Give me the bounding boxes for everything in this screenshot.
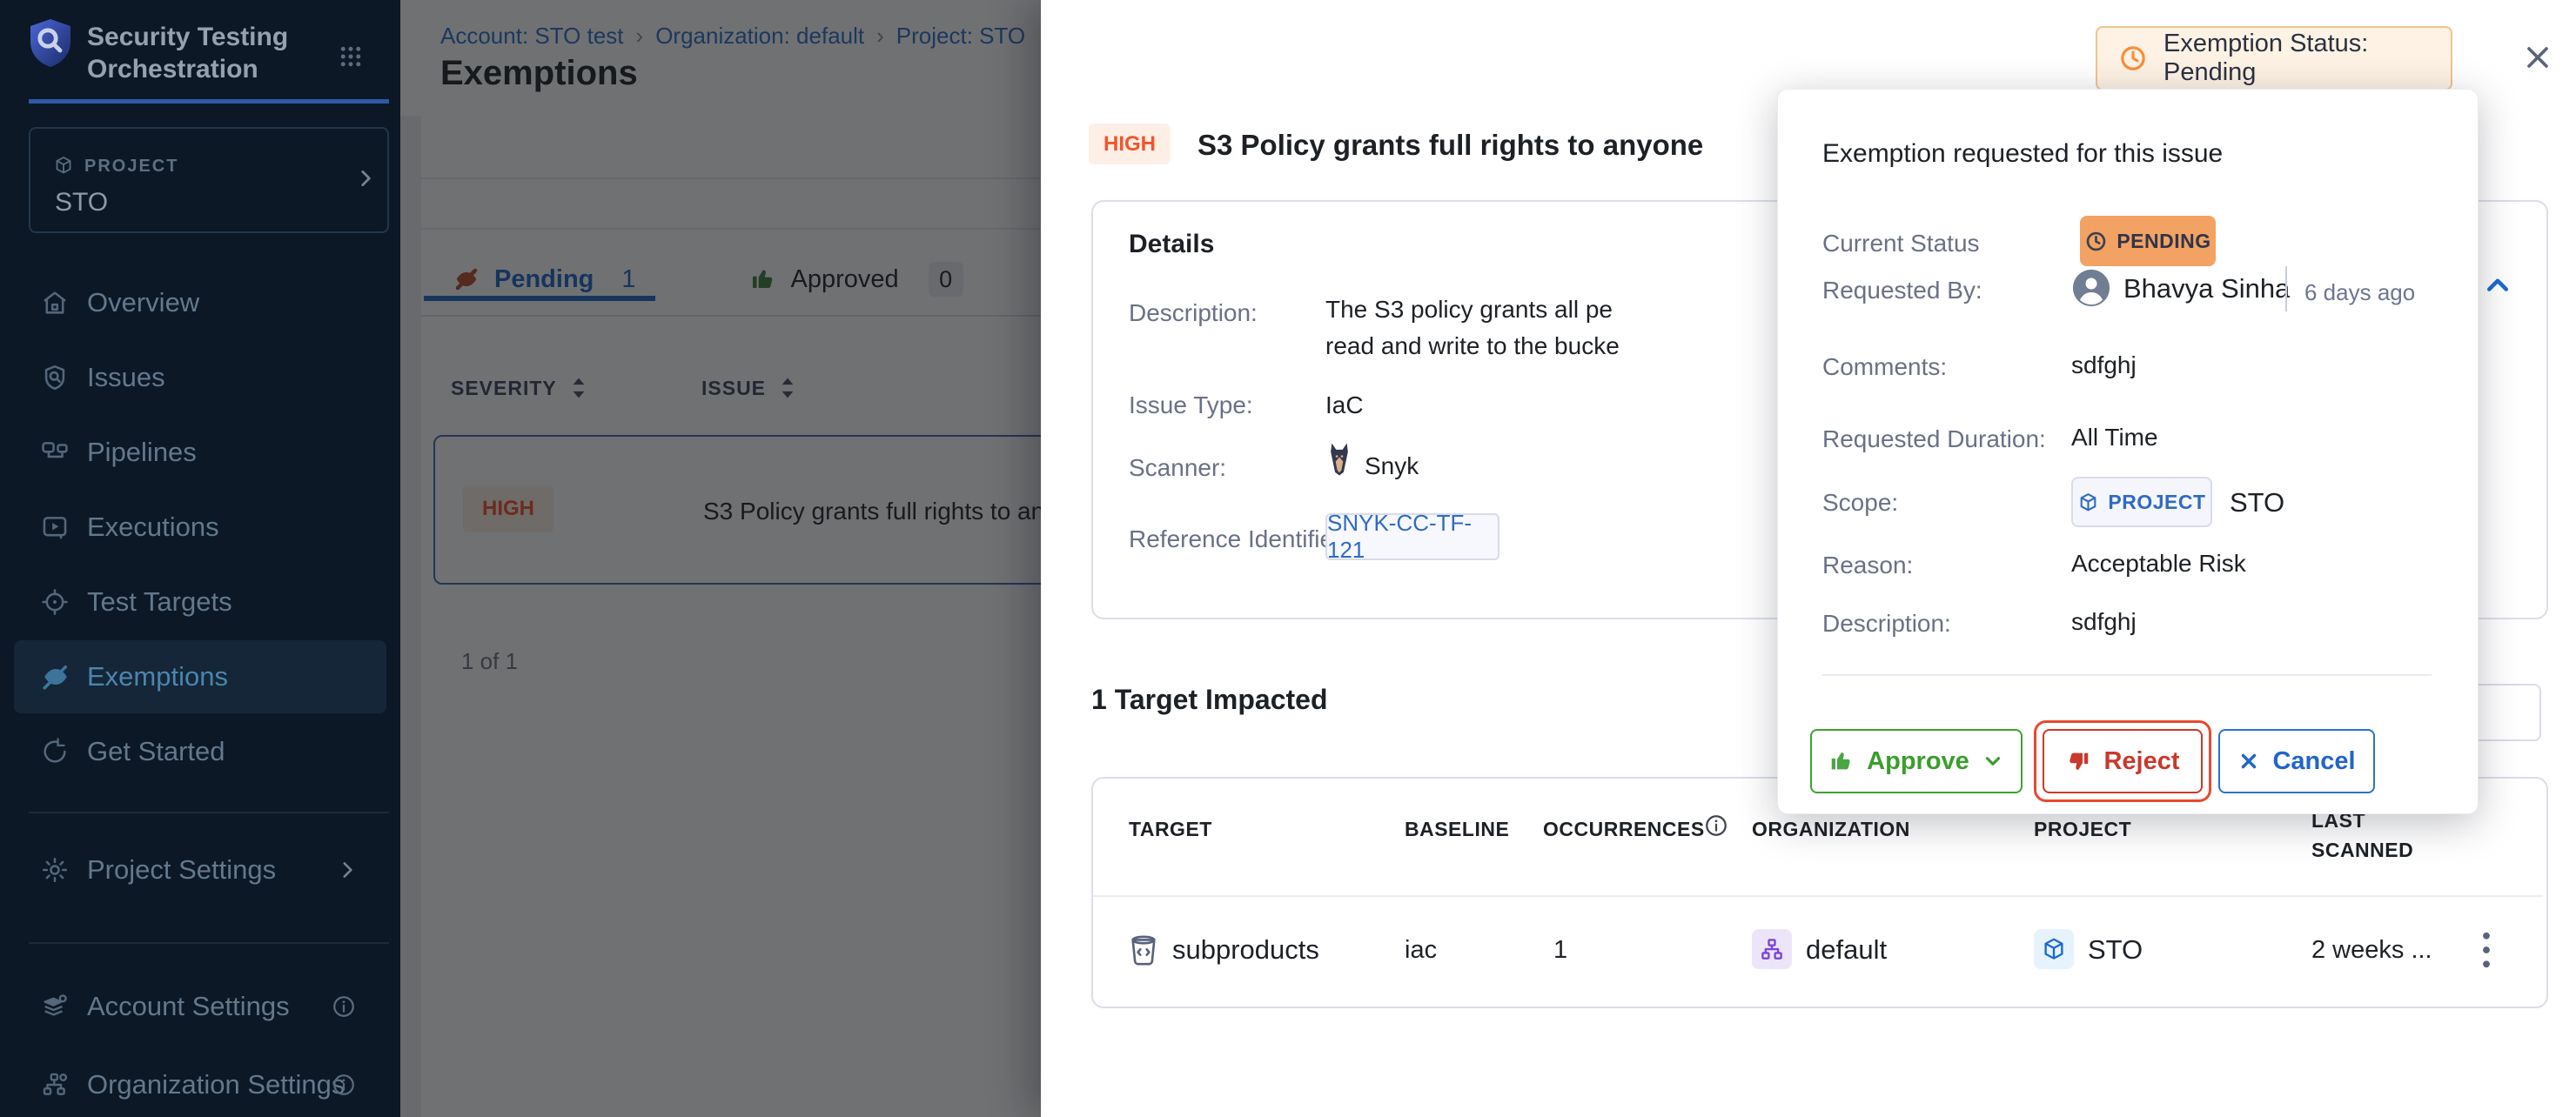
- exemption-status-badge: Exemption Status: Pending: [2096, 26, 2452, 90]
- pending-status-badge: PENDING: [2080, 216, 2216, 266]
- cube-icon: [53, 155, 74, 176]
- sidebar-item-label: Executions: [87, 512, 219, 543]
- screen: Account: STO test › Organization: defaul…: [0, 0, 2576, 1117]
- sidebar-item-label: Get Started: [87, 736, 225, 767]
- sidebar-item-exemptions[interactable]: Exemptions: [0, 639, 400, 714]
- sidebar-item-label: Overview: [87, 287, 199, 318]
- pipelines-icon: [40, 438, 70, 467]
- sidebar-item-project-settings[interactable]: Project Settings: [0, 833, 400, 907]
- sidebar-item-executions[interactable]: Executions: [0, 490, 400, 565]
- sidebar-item-test-targets[interactable]: Test Targets: [0, 565, 400, 639]
- sidebar-item-label: Test Targets: [87, 586, 232, 618]
- close-icon[interactable]: [2520, 40, 2555, 75]
- target-name-cell[interactable]: subproducts: [1172, 934, 1319, 966]
- info-icon[interactable]: [331, 1072, 357, 1098]
- cube-icon: [2077, 492, 2099, 513]
- app-logo-shield-icon: [29, 17, 72, 68]
- sidebar: Security Testing Orchestration PROJECT S…: [0, 0, 400, 1117]
- exemption-status-label: Exemption Status: Pending: [2163, 30, 2451, 87]
- executions-icon: [40, 512, 70, 542]
- approve-button[interactable]: Approve: [1810, 729, 2023, 793]
- project-selector-label: PROJECT: [84, 157, 178, 177]
- sidebar-item-label: Organization Settings: [87, 1069, 345, 1100]
- x-icon: [2237, 750, 2260, 773]
- reject-button-label: Reject: [2103, 747, 2179, 776]
- crosshair-icon: [40, 587, 70, 617]
- kebab-menu-icon[interactable]: [2473, 927, 2499, 973]
- exemption-request-popup: [1777, 89, 2479, 814]
- shield-search-icon: [40, 363, 70, 392]
- eye-off-icon: [40, 661, 71, 692]
- sidebar-item-label: Project Settings: [87, 854, 276, 886]
- sidebar-item-organization-settings[interactable]: Organization Settings: [0, 1047, 400, 1117]
- module-grid-icon[interactable]: [338, 43, 364, 70]
- chevron-right-icon: [354, 167, 377, 190]
- pending-status-text: PENDING: [2116, 230, 2210, 253]
- project-selector[interactable]: PROJECT STO: [29, 127, 389, 233]
- info-icon[interactable]: [1703, 813, 1729, 839]
- sidebar-divider: [29, 942, 389, 944]
- app-title-line2: Orchestration: [87, 53, 288, 85]
- clock-icon: [2084, 230, 2108, 253]
- severity-badge: HIGH: [1089, 124, 1171, 164]
- reject-button[interactable]: Reject: [2043, 729, 2203, 793]
- org-gear-icon: [40, 1070, 70, 1100]
- get-started-icon: [40, 737, 70, 766]
- organization-icon: [1752, 929, 1792, 969]
- cancel-button[interactable]: Cancel: [2218, 729, 2375, 793]
- sidebar-item-issues[interactable]: Issues: [0, 340, 400, 415]
- project-icon: [2034, 929, 2074, 969]
- chevron-down-icon: [1982, 750, 2004, 773]
- sidebar-item-pipelines[interactable]: Pipelines: [0, 415, 400, 490]
- sidebar-item-label: Pipelines: [87, 437, 197, 468]
- chevron-right-icon: [336, 859, 359, 881]
- home-icon: [40, 288, 70, 318]
- reference-id-chip[interactable]: SNYK-CC-TF-121: [1325, 513, 1499, 560]
- sidebar-item-label: Issues: [87, 362, 165, 393]
- sidebar-divider: [29, 812, 389, 813]
- clock-icon: [2118, 43, 2148, 73]
- sidebar-item-label: Account Settings: [87, 991, 290, 1022]
- chevron-up-icon[interactable]: [2482, 270, 2513, 301]
- thumbs-down-icon: [2065, 748, 2091, 774]
- target-type-icon: [1127, 933, 1160, 967]
- scope-badge-text: PROJECT: [2108, 491, 2205, 514]
- info-icon[interactable]: [331, 993, 357, 1020]
- app-title-line1: Security Testing: [87, 21, 288, 53]
- cancel-button-label: Cancel: [2272, 747, 2355, 776]
- sidebar-item-get-started[interactable]: Get Started: [0, 714, 400, 789]
- thumbs-up-icon: [1828, 748, 1855, 774]
- scope-badge: PROJECT: [2071, 477, 2212, 527]
- sidebar-item-label: Exemptions: [87, 661, 228, 692]
- app-title: Security Testing Orchestration: [87, 21, 288, 85]
- project-selector-value: STO: [55, 188, 108, 217]
- approve-button-label: Approve: [1867, 747, 1969, 776]
- sidebar-item-account-settings[interactable]: Account Settings: [0, 969, 400, 1044]
- table-header-divider: [1093, 895, 2543, 897]
- gear-icon: [40, 855, 70, 885]
- sidebar-accent-bar: [29, 99, 389, 104]
- layers-gear-icon: [40, 992, 70, 1021]
- sidebar-item-overview[interactable]: Overview: [0, 265, 400, 340]
